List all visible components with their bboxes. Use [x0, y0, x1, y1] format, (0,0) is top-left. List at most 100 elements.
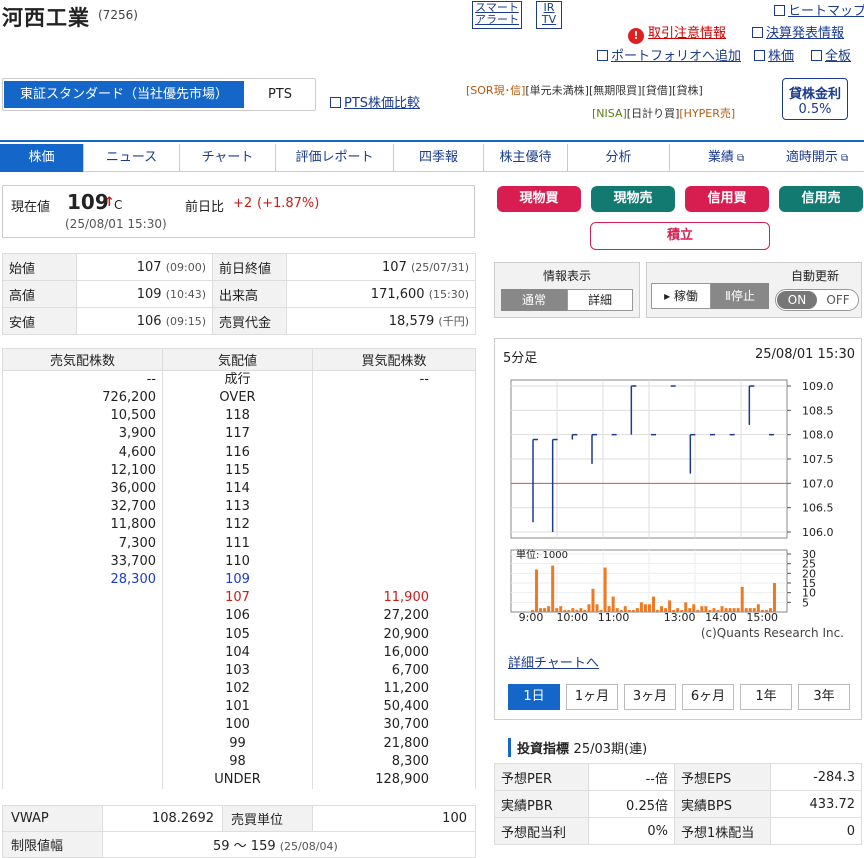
- margin-buy-button[interactable]: 信用買: [685, 186, 769, 212]
- indicator-value-2: 433.72: [770, 790, 862, 818]
- tag-stock-lending: [貸株]: [672, 84, 703, 97]
- ohlc-number-2: 171,600: [370, 286, 425, 302]
- board-row: 32,700 113: [2, 498, 476, 517]
- full-board-link[interactable]: 全板: [811, 45, 851, 64]
- ask-qty: [2, 734, 163, 753]
- ohlc-row: 始値 107 (09:00) 前日終値 107 (25/07/31): [2, 253, 476, 281]
- volume-bar: [611, 596, 615, 612]
- main-nav: 株価 ニュース チャート 評価レポート 四季報 株主優待 分析 業績 ⧉ 適時開…: [0, 140, 864, 172]
- range-3y-button[interactable]: 3年: [798, 684, 850, 710]
- x-tick: 14:00: [705, 611, 737, 624]
- bid-qty: 16,000: [312, 643, 476, 662]
- volume-bar: [647, 604, 651, 612]
- board-row: 36,000 114: [2, 479, 476, 499]
- tab-stock-price[interactable]: 株価: [0, 144, 84, 172]
- earnings-link[interactable]: 決算発表情報: [752, 22, 844, 41]
- bid-qty: [312, 570, 476, 590]
- limit-date: (25/08/04): [279, 840, 338, 853]
- indicator-label-2: 予想EPS: [674, 763, 771, 791]
- x-tick: 15:00: [746, 611, 778, 624]
- volume-bar: [643, 604, 647, 612]
- price-tick: 107.0: [802, 477, 834, 490]
- run-button[interactable]: ▸ 稼働: [651, 283, 711, 309]
- market-tab-tse[interactable]: 東証スタンダード（当社優先市場）: [4, 81, 244, 108]
- ir-tv-button[interactable]: IR TV: [536, 1, 562, 29]
- range-1d-button[interactable]: 1日: [508, 684, 560, 710]
- portfolio-icon: [597, 50, 608, 61]
- tab-chart[interactable]: チャート: [180, 144, 276, 172]
- tab-shikiho[interactable]: 四季報: [394, 144, 484, 172]
- tab-performance[interactable]: 業績 ⧉: [690, 144, 762, 172]
- tab-disclosure-label: 適時開示: [785, 150, 838, 165]
- ask-qty: [2, 589, 163, 608]
- volume-bar: [635, 608, 639, 612]
- detail-chart-label: 詳細チャートへ: [508, 656, 599, 671]
- volume-bar: [772, 583, 776, 612]
- ohlc-value: 107 (09:00): [76, 253, 213, 281]
- ask-qty: 4,600: [2, 443, 163, 462]
- range-1y-button[interactable]: 1年: [740, 684, 792, 710]
- tab-report[interactable]: 評価レポート: [276, 144, 394, 172]
- ask-qty: 36,000: [2, 479, 163, 499]
- x-tick: 11:00: [598, 611, 630, 624]
- tab-analysis[interactable]: 分析: [568, 144, 670, 172]
- indicator-value: --倍: [588, 763, 675, 791]
- chart-credit: (c)Quants Research Inc.: [701, 626, 844, 640]
- auto-update-toggle[interactable]: ON OFF: [775, 289, 859, 311]
- portfolio-add-link[interactable]: ポートフォリオへ追加: [597, 45, 741, 64]
- indicator-value: 0.25倍: [588, 790, 675, 818]
- volume-bar: [660, 606, 664, 612]
- detail-chart-link[interactable]: 詳細チャートへ: [508, 652, 599, 671]
- tag-day-trade: [日計り買]: [626, 107, 680, 120]
- tab-news[interactable]: ニュース: [84, 144, 180, 172]
- board-price: UNDER: [214, 772, 261, 788]
- bid-qty: 20,900: [312, 625, 476, 644]
- volume-bar: [543, 608, 547, 612]
- ohlc-label-2: 売買代金: [212, 307, 287, 335]
- range-6m-button[interactable]: 6ヶ月: [682, 684, 734, 710]
- ohlc-time: (09:15): [165, 314, 206, 328]
- board-price: 115: [225, 462, 250, 478]
- caution-link[interactable]: ! 取引注意情報: [628, 22, 726, 44]
- board-row: 726,200 OVER: [2, 389, 476, 408]
- tab-disclosure[interactable]: 適時開示 ⧉: [770, 144, 864, 172]
- price-time: (25/08/01 15:30): [65, 217, 167, 231]
- market-tab-pts[interactable]: PTS: [248, 81, 312, 108]
- tab-benefits[interactable]: 株主優待: [484, 144, 568, 172]
- board-price: 110: [225, 553, 250, 569]
- ohlc-value-2: 107 (25/07/31): [286, 253, 476, 281]
- ask-qty: [2, 625, 163, 644]
- intraday-chart: 109.0 108.5 108.0 107.5 107.0 106.5 106.0 単位: …: [510, 379, 844, 640]
- unit-value: 100: [312, 805, 476, 832]
- lending-rate-label: 貸株金利: [788, 87, 841, 102]
- board-price: 109: [225, 571, 250, 587]
- board-row: 99 21,800: [2, 734, 476, 753]
- spot-buy-button[interactable]: 現物買: [497, 186, 581, 212]
- tag-row-1: [SOR現･信][単元未満株][無期限買][貸借][貸株]: [466, 82, 703, 98]
- heatmap-link[interactable]: ヒートマップ: [774, 0, 864, 19]
- smart-alert-line2: アラート: [475, 13, 519, 26]
- ohlc-number-2: 18,579: [388, 314, 435, 329]
- info-detail-button[interactable]: 詳細: [567, 289, 633, 311]
- range-3m-button[interactable]: 3ヶ月: [624, 684, 676, 710]
- board-row: 33,700 110: [2, 552, 476, 571]
- ask-qty: 32,700: [2, 498, 163, 517]
- run-label: 稼働: [673, 289, 698, 303]
- lending-rate-box[interactable]: 貸株金利 0.5%: [782, 78, 848, 120]
- change-value: +2: [233, 196, 253, 211]
- board-price: 98: [229, 753, 246, 769]
- margin-sell-button[interactable]: 信用売: [779, 186, 863, 212]
- accumulate-button[interactable]: 積立: [590, 222, 770, 250]
- toggle-off: OFF: [826, 293, 850, 307]
- bid-qty: [312, 443, 476, 462]
- price-flag: C: [114, 198, 123, 212]
- info-normal-button[interactable]: 通常: [501, 289, 567, 311]
- stop-button[interactable]: Ⅱ停止: [711, 283, 769, 309]
- pts-compare-link[interactable]: PTS株価比較: [330, 92, 420, 111]
- smart-alert-button[interactable]: スマート アラート: [472, 1, 522, 29]
- price-tick-labels: 109.0 108.5 108.0 107.5 107.0 106.5 106.0: [787, 380, 834, 539]
- pts-compare-label: PTS株価比較: [344, 96, 421, 111]
- spot-sell-button[interactable]: 現物売: [591, 186, 675, 212]
- range-1m-button[interactable]: 1ヶ月: [566, 684, 618, 710]
- stock-price-link[interactable]: 株価: [754, 45, 794, 64]
